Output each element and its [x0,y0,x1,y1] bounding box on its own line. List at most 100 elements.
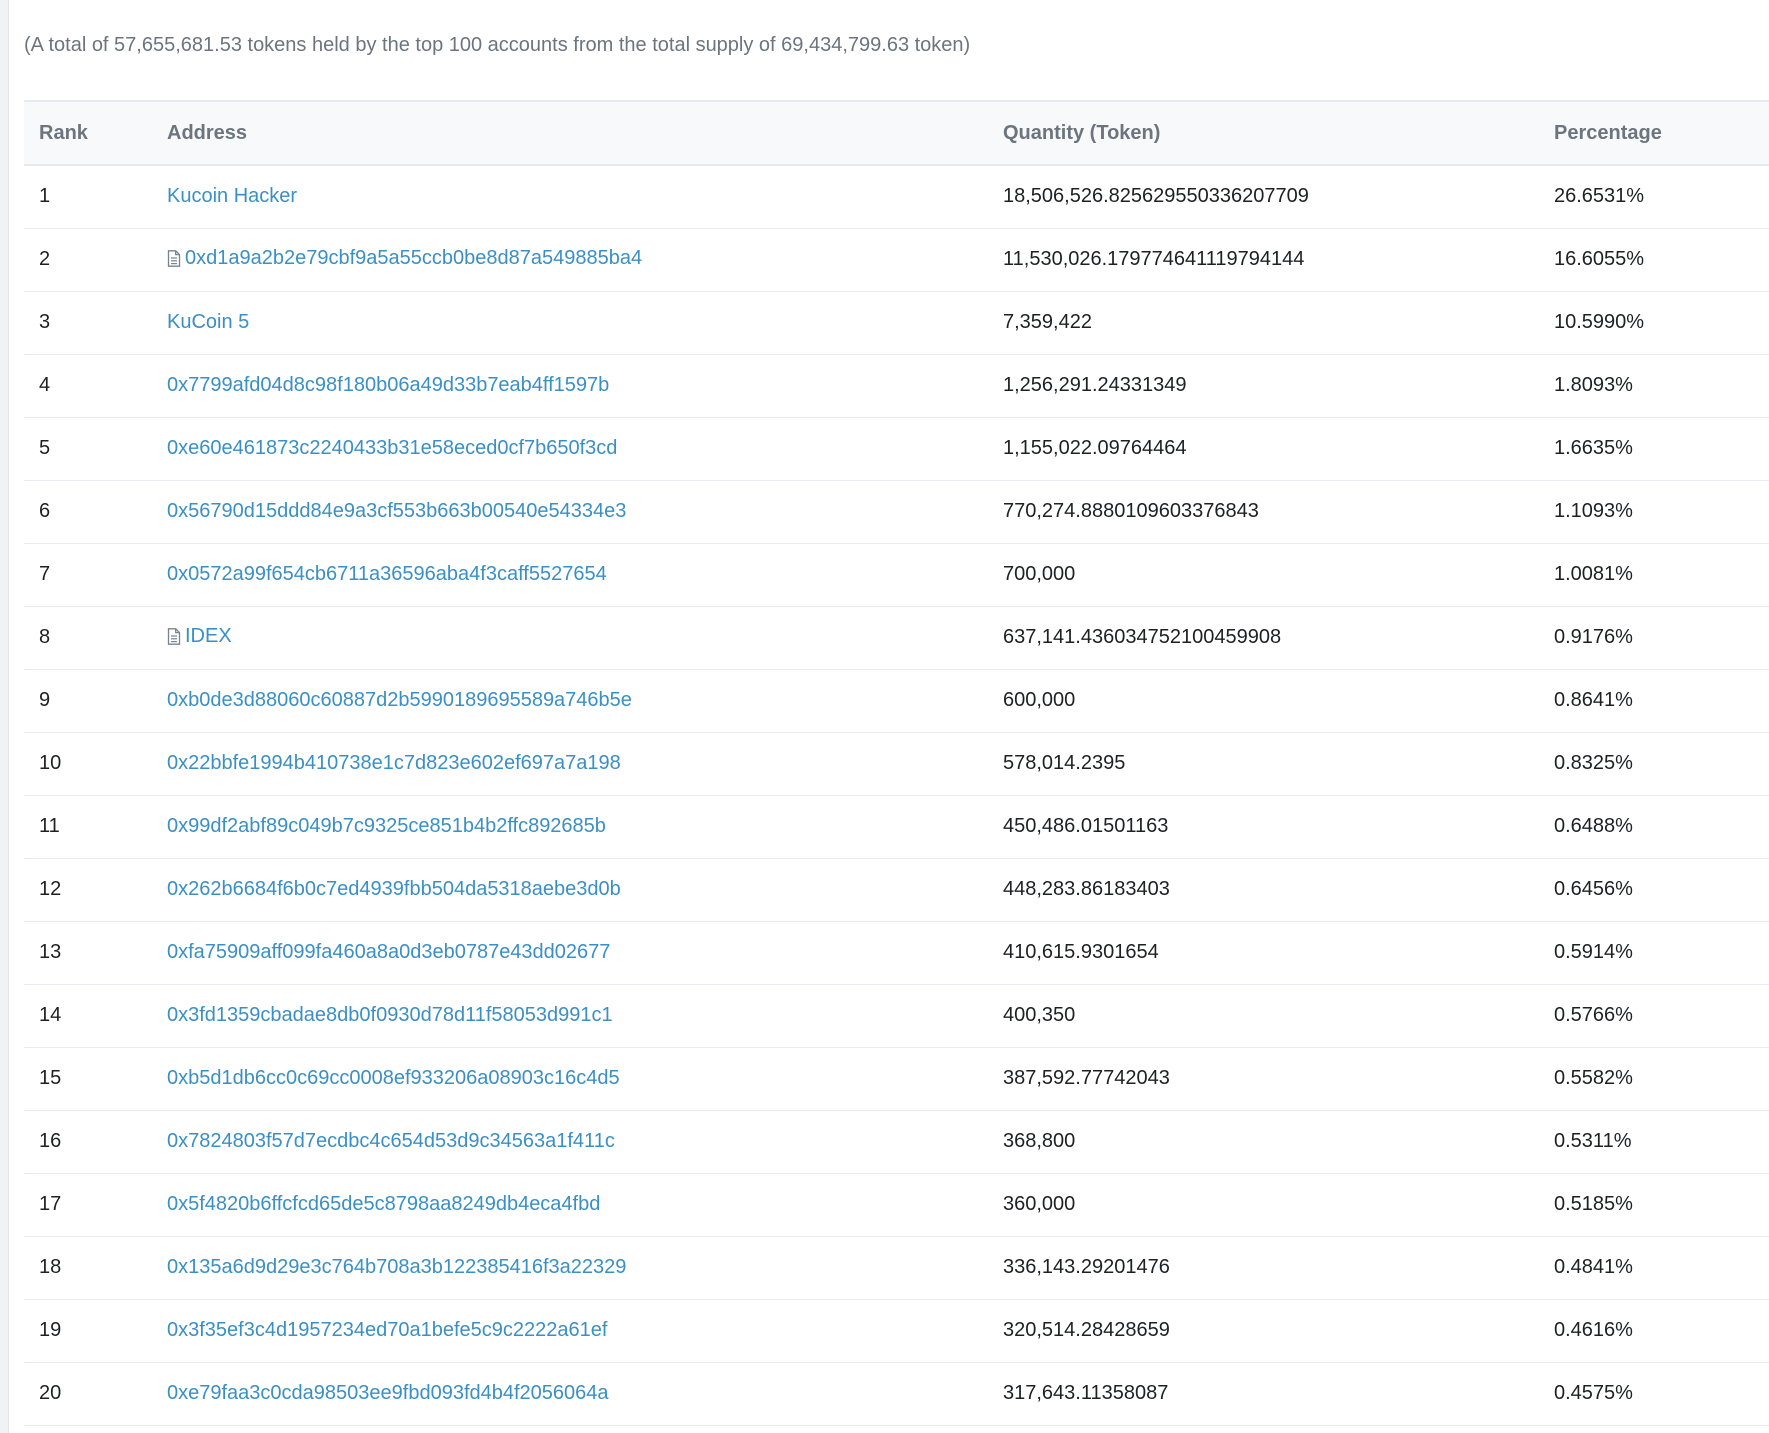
address-link[interactable]: Kucoin Hacker [167,185,297,207]
quantity-cell: 336,143.29201476 [988,1236,1539,1300]
address-link[interactable]: 0xfa75909aff099fa460a8a0d3eb0787e43dd026… [167,941,610,963]
address-link[interactable]: 0x99df2abf89c049b7c9325ce851b4b2ffc89268… [167,815,606,837]
table-row: 8 IDEX 637,141.436034752100459908 0.9176% [24,606,1769,670]
rank-cell: 12 [24,858,152,922]
percentage-cell: 0.6488% [1539,795,1769,859]
percentage-cell: 1.8093% [1539,354,1769,418]
quantity-cell: 317,643.11358087 [988,1362,1539,1426]
rank-cell: 18 [24,1236,152,1300]
percentage-cell: 0.5766% [1539,984,1769,1048]
address-cell: 0x7799afd04d8c98f180b06a49d33b7eab4ff159… [152,354,988,418]
percentage-cell: 0.4841% [1539,1236,1769,1300]
address-cell: 0x22bbfe1994b410738e1c7d823e602ef697a7a1… [152,732,988,796]
quantity-cell: 600,000 [988,669,1539,733]
rank-cell: 16 [24,1110,152,1174]
address-link[interactable]: 0xe60e461873c2240433b31e58eced0cf7b650f3… [167,437,617,459]
table-row: 16 0x7824803f57d7ecdbc4c654d53d9c34563a1f… [24,1110,1769,1174]
column-header-quantity: Quantity (Token) [988,100,1539,166]
address-cell: 0xb0de3d88060c60887d2b5990189695589a746b… [152,669,988,733]
holders-table: Rank Address Quantity (Token) Percentage… [24,100,1769,1426]
holders-table-container: Rank Address Quantity (Token) Percentage… [24,100,1769,1426]
rank-cell: 3 [24,291,152,355]
address-cell: 0xe79faa3c0cda98503ee9fbd093fd4b4f205606… [152,1362,988,1426]
table-row: 20 0xe79faa3c0cda98503ee9fbd093fd4b4f2056… [24,1362,1769,1426]
address-cell: 0xd1a9a2b2e79cbf9a5a55ccb0be8d87a549885b… [152,228,988,292]
quantity-cell: 578,014.2395 [988,732,1539,796]
contract-file-icon [167,249,181,273]
table-row: 3 KuCoin 5 7,359,422 10.5990% [24,291,1769,355]
table-row: 18 0x135a6d9d29e3c764b708a3b122385416f3a2… [24,1236,1769,1300]
percentage-cell: 26.6531% [1539,165,1769,229]
address-link[interactable]: 0xb0de3d88060c60887d2b5990189695589a746b… [167,689,632,711]
address-link[interactable]: 0xd1a9a2b2e79cbf9a5a55ccb0be8d87a549885b… [185,247,642,269]
table-header-row: Rank Address Quantity (Token) Percentage [24,100,1769,166]
percentage-cell: 0.4575% [1539,1362,1769,1426]
address-cell: IDEX [152,606,988,670]
table-body: 1 Kucoin Hacker 18,506,526.825629550336207… [24,165,1769,1426]
address-link[interactable]: 0x3f35ef3c4d1957234ed70a1befe5c9c2222a61… [167,1319,607,1341]
table-row: 14 0x3fd1359cbadae8db0f0930d78d11f58053d9… [24,984,1769,1048]
address-link[interactable]: 0x0572a99f654cb6711a36596aba4f3caff55276… [167,563,607,585]
address-link[interactable]: IDEX [185,625,232,647]
percentage-cell: 0.6456% [1539,858,1769,922]
quantity-cell: 450,486.01501163 [988,795,1539,859]
address-cell: 0x5f4820b6ffcfcd65de5c8798aa8249db4eca4f… [152,1173,988,1237]
address-cell: Kucoin Hacker [152,165,988,229]
percentage-cell: 0.5914% [1539,921,1769,985]
holders-summary: (A total of 57,655,681.53 tokens held by… [24,34,971,56]
table-row: 2 0xd1a9a2b2e79cbf9a5a55ccb0be8d87a549885… [24,228,1769,292]
page-left-border [0,0,9,1433]
table-row: 9 0xb0de3d88060c60887d2b5990189695589a746… [24,669,1769,733]
address-link[interactable]: KuCoin 5 [167,311,249,333]
rank-cell: 2 [24,228,152,292]
table-row: 5 0xe60e461873c2240433b31e58eced0cf7b650f… [24,417,1769,481]
rank-cell: 19 [24,1299,152,1363]
quantity-cell: 11,530,026.179774641119794144 [988,228,1539,292]
percentage-cell: 0.5582% [1539,1047,1769,1111]
address-link[interactable]: 0x56790d15ddd84e9a3cf553b663b00540e54334… [167,500,626,522]
percentage-cell: 10.5990% [1539,291,1769,355]
table-row: 6 0x56790d15ddd84e9a3cf553b663b00540e5433… [24,480,1769,544]
percentage-cell: 0.8325% [1539,732,1769,796]
address-cell: 0x3f35ef3c4d1957234ed70a1befe5c9c2222a61… [152,1299,988,1363]
address-link[interactable]: 0x262b6684f6b0c7ed4939fbb504da5318aebe3d… [167,878,621,900]
table-row: 1 Kucoin Hacker 18,506,526.825629550336207… [24,165,1769,229]
rank-cell: 7 [24,543,152,607]
percentage-cell: 0.9176% [1539,606,1769,670]
quantity-cell: 387,592.77742043 [988,1047,1539,1111]
table-row: 19 0x3f35ef3c4d1957234ed70a1befe5c9c2222a… [24,1299,1769,1363]
address-link[interactable]: 0x135a6d9d29e3c764b708a3b122385416f3a223… [167,1256,626,1278]
address-cell: 0x99df2abf89c049b7c9325ce851b4b2ffc89268… [152,795,988,859]
address-link[interactable]: 0x5f4820b6ffcfcd65de5c8798aa8249db4eca4f… [167,1193,600,1215]
percentage-cell: 0.5311% [1539,1110,1769,1174]
rank-cell: 8 [24,606,152,670]
rank-cell: 13 [24,921,152,985]
table-row: 10 0x22bbfe1994b410738e1c7d823e602ef697a7… [24,732,1769,796]
address-cell: 0x262b6684f6b0c7ed4939fbb504da5318aebe3d… [152,858,988,922]
column-header-rank: Rank [24,100,152,166]
quantity-cell: 410,615.9301654 [988,921,1539,985]
address-link[interactable]: 0x7799afd04d8c98f180b06a49d33b7eab4ff159… [167,374,609,396]
address-link[interactable]: 0xe79faa3c0cda98503ee9fbd093fd4b4f205606… [167,1382,609,1404]
quantity-cell: 400,350 [988,984,1539,1048]
address-cell: 0x7824803f57d7ecdbc4c654d53d9c34563a1f41… [152,1110,988,1174]
percentage-cell: 0.8641% [1539,669,1769,733]
table-row: 11 0x99df2abf89c049b7c9325ce851b4b2ffc892… [24,795,1769,859]
rank-cell: 4 [24,354,152,418]
quantity-cell: 368,800 [988,1110,1539,1174]
quantity-cell: 360,000 [988,1173,1539,1237]
percentage-cell: 1.6635% [1539,417,1769,481]
address-link[interactable]: 0x3fd1359cbadae8db0f0930d78d11f58053d991… [167,1004,613,1026]
rank-cell: 9 [24,669,152,733]
address-link[interactable]: 0xb5d1db6cc0c69cc0008ef933206a08903c16c4… [167,1067,620,1089]
rank-cell: 11 [24,795,152,859]
quantity-cell: 18,506,526.825629550336207709 [988,165,1539,229]
quantity-cell: 637,141.436034752100459908 [988,606,1539,670]
address-link[interactable]: 0x22bbfe1994b410738e1c7d823e602ef697a7a1… [167,752,621,774]
address-cell: 0xe60e461873c2240433b31e58eced0cf7b650f3… [152,417,988,481]
rank-cell: 20 [24,1362,152,1426]
address-link[interactable]: 0x7824803f57d7ecdbc4c654d53d9c34563a1f41… [167,1130,615,1152]
contract-file-icon [167,627,181,651]
address-cell: 0xb5d1db6cc0c69cc0008ef933206a08903c16c4… [152,1047,988,1111]
table-row: 13 0xfa75909aff099fa460a8a0d3eb0787e43dd0… [24,921,1769,985]
